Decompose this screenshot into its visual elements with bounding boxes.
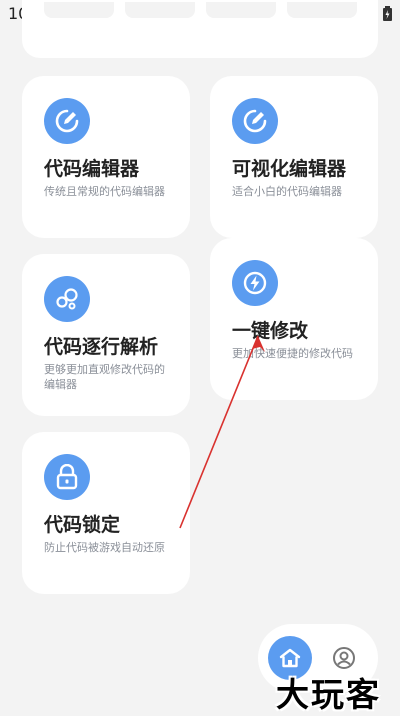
bubbles-icon — [44, 276, 90, 322]
edit-icon — [44, 98, 90, 144]
card-one-click-modify[interactable]: 一键修改 更加快速便捷的修改代码 — [210, 238, 378, 400]
card-visual-editor[interactable]: 可视化编辑器 适合小白的代码编辑器 — [210, 76, 378, 238]
card-title: 一键修改 — [232, 320, 309, 342]
card-title: 代码锁定 — [44, 514, 121, 536]
card-description: 传统且常规的代码编辑器 — [44, 185, 165, 198]
card-code-editor[interactable]: 代码编辑器 传统且常规的代码编辑器 — [22, 76, 190, 238]
top-shortcut-item[interactable] — [287, 2, 357, 18]
card-description: 适合小白的代码编辑器 — [232, 185, 342, 198]
card-title: 可视化编辑器 — [232, 158, 347, 180]
top-shortcut-item[interactable] — [125, 2, 195, 18]
card-code-lock[interactable]: 代码锁定 防止代码被游戏自动还原 — [22, 432, 190, 594]
card-title: 代码逐行解析 — [44, 336, 159, 358]
top-shortcut-item[interactable] — [206, 2, 276, 18]
card-description: 更加快速便捷的修改代码 — [232, 347, 353, 360]
watermark: 大玩客 — [276, 675, 381, 714]
edit-icon — [232, 98, 278, 144]
card-title: 代码编辑器 — [44, 158, 140, 180]
lightning-icon — [232, 260, 278, 306]
lock-icon — [44, 454, 90, 500]
card-description: 更够更加直观修改代码的编辑器 — [44, 363, 165, 391]
top-shortcuts-panel — [22, 0, 378, 58]
battery-icon — [383, 6, 392, 21]
card-line-by-line-parser[interactable]: 代码逐行解析 更够更加直观修改代码的编辑器 — [22, 254, 190, 416]
card-description: 防止代码被游戏自动还原 — [44, 541, 165, 554]
top-shortcut-item[interactable] — [44, 2, 114, 18]
